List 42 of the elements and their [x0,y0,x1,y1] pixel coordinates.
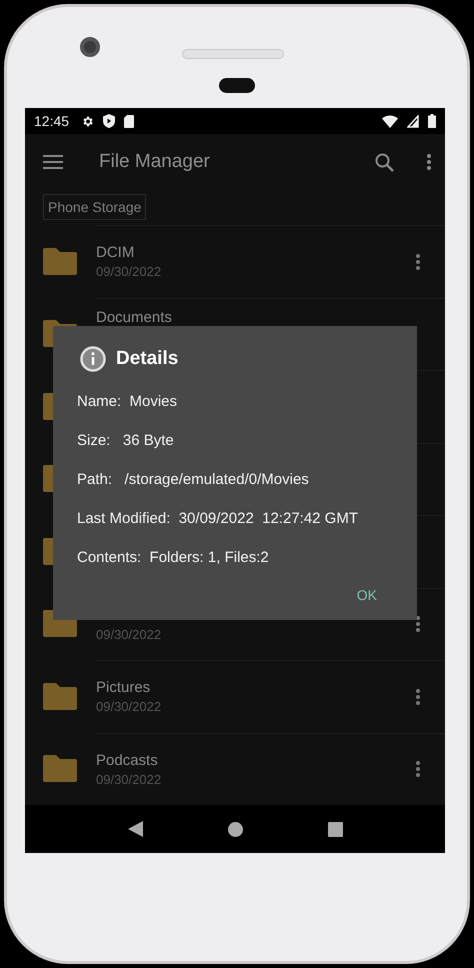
folder-name: DCIM [96,244,136,262]
more-options-button[interactable] [416,688,420,705]
folder-name: Podcasts [96,752,159,769]
folder-icon [43,248,77,275]
battery-icon [428,114,436,128]
search-button[interactable] [375,152,394,172]
back-button[interactable] [128,821,142,837]
more-options-button[interactable] [416,761,420,778]
earpiece [219,78,255,93]
more-options-button[interactable] [416,616,420,632]
folder-date: 09/30/2022 [96,264,162,280]
gear-icon [81,114,94,128]
folder-date: 09/30/2022 [96,627,162,642]
detail-line: Contents: Folders: 1, Files:2 [77,548,270,568]
folder-name: Documents [96,310,173,326]
app-title: File Manager [99,151,211,173]
folder-date: 09/30/2022 [96,772,162,787]
sd-card-icon [124,114,134,128]
more-options-button[interactable] [416,254,420,270]
folder-row[interactable]: DCIM 09/30/2022 [25,225,445,298]
shield-icon [103,114,116,128]
dialog-title: Details [116,348,178,370]
folder-row[interactable]: Pictures 09/30/2022 [25,660,445,732]
status-time: 12:45 [34,113,70,129]
detail-line: Path: /storage/emulated/0/Movies [77,470,310,490]
home-button[interactable] [228,822,242,836]
overflow-menu-button[interactable] [427,154,431,170]
detail-line: Last Modified: 30/09/2022 12:27:42 GMT [77,509,360,529]
wifi-icon [382,114,398,128]
folder-date: 09/30/2022 [96,699,162,714]
signal-icon [407,114,419,128]
breadcrumb-chip[interactable]: Phone Storage [43,194,146,220]
info-icon [80,346,106,372]
menu-button[interactable] [43,155,63,169]
folder-name: Pictures [96,679,152,696]
detail-line: Name: Movies [77,392,178,412]
ok-button[interactable]: OK [350,586,383,604]
folder-icon [43,682,77,710]
detail-line: Size: 36 Byte [77,431,175,451]
folder-icon [43,755,77,782]
camera-lens [80,37,100,57]
recents-button[interactable] [328,822,342,836]
